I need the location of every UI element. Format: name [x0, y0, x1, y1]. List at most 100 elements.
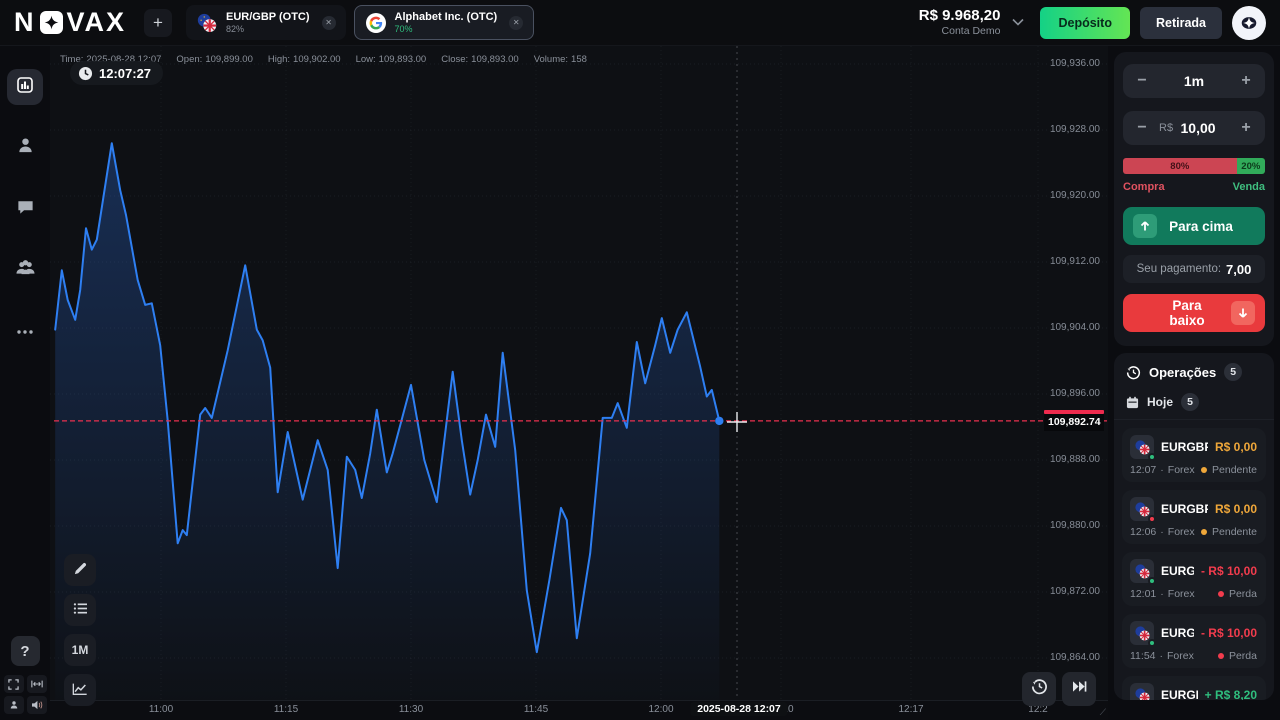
indicators-button[interactable] [64, 594, 96, 626]
list-icon [73, 602, 88, 618]
sidebar-item-profile[interactable] [7, 130, 43, 166]
operation-row[interactable]: EURGB... - R$ 10,00 12:01·Forex Perda [1122, 552, 1266, 606]
account-type-label: Conta Demo [942, 25, 1001, 38]
account-balance[interactable]: R$ 9.968,20 Conta Demo [919, 7, 1001, 38]
eurgbp-flag-icon [1130, 497, 1154, 521]
chart-nav [1022, 672, 1096, 706]
current-price-tag: 109,892.74 [1044, 410, 1104, 431]
user-icon [16, 136, 35, 160]
x-axis-tick: 12:17 [898, 704, 923, 715]
duration-plus-button[interactable]: + [1237, 72, 1255, 90]
status-dot [1201, 467, 1207, 473]
sidebar-item-trading[interactable] [7, 69, 43, 105]
withdraw-button[interactable]: Retirada [1140, 7, 1222, 39]
fullscreen-button[interactable] [4, 675, 24, 693]
price-chart[interactable] [50, 46, 1108, 700]
operation-amount: - R$ 10,00 [1201, 564, 1257, 578]
tab-asset-name: Alphabet Inc. (OTC) [395, 11, 498, 24]
go-to-realtime-button[interactable] [1062, 672, 1096, 706]
status-dot [1218, 591, 1224, 597]
arrow-up-icon [1133, 214, 1157, 238]
calendar-icon [1126, 396, 1139, 409]
tab-payout: 82% [226, 24, 310, 34]
amount-minus-button[interactable]: − [1133, 119, 1151, 137]
operations-count-badge: 5 [1224, 363, 1242, 381]
ellipsis-icon [16, 322, 34, 340]
chart-type-button[interactable] [64, 674, 96, 706]
eurgbp-flag-icon [1130, 559, 1154, 583]
close-tab-icon[interactable]: ✕ [322, 16, 336, 30]
sound-button[interactable] [27, 696, 47, 714]
timeframe-button[interactable]: 1M [64, 634, 96, 666]
operation-row[interactable]: EURGB... - R$ 10,00 11:54·Forex Perda [1122, 614, 1266, 668]
user-mini-button[interactable] [4, 696, 24, 714]
sidebar-item-more[interactable] [7, 313, 43, 349]
amount-plus-button[interactable]: + [1237, 119, 1255, 137]
sidebar-item-community[interactable] [7, 252, 43, 288]
duration-minus-button[interactable]: − [1133, 72, 1151, 90]
y-axis-tick: 109,872.00 [1030, 586, 1100, 597]
eurgbp-flag-icon [1130, 621, 1154, 645]
y-axis-tick: 109,880.00 [1030, 520, 1100, 531]
amount-stepper: − R$ 10,00 + [1123, 111, 1265, 145]
history-button[interactable] [1022, 672, 1056, 706]
order-card: − 1m + − R$ 10,00 + 80% 20% Compra Venda… [1114, 52, 1274, 346]
buy-up-button[interactable]: Para cima [1123, 207, 1265, 245]
amount-value[interactable]: 10,00 [1159, 120, 1237, 136]
server-clock: 12:07:27 [70, 61, 163, 85]
left-sidebar: ? [0, 46, 50, 720]
status-dot [1218, 653, 1224, 659]
y-axis-tick: 109,888.00 [1030, 454, 1100, 465]
novax-logo: N VAX [14, 7, 126, 38]
time-axis[interactable]: 2025-08-28 12:07 11:0011:1511:3011:4512:… [50, 700, 1108, 720]
star-button[interactable] [1232, 6, 1266, 40]
tab-eurgbp[interactable]: EUR/GBP (OTC) 82% ✕ [186, 5, 346, 40]
x-axis-tick: 11:45 [524, 704, 548, 715]
x-axis-tick: 11:30 [399, 704, 423, 715]
today-group-header[interactable]: Hoje 5 [1114, 389, 1274, 420]
eurgbp-flag-icon [1130, 435, 1154, 459]
status-dot [1201, 529, 1207, 535]
today-count-badge: 5 [1181, 393, 1199, 411]
skip-forward-icon [1072, 680, 1087, 698]
direction-dot [1148, 515, 1156, 523]
arrow-down-icon [1231, 301, 1255, 325]
duration-value[interactable]: 1m [1151, 73, 1237, 89]
clock-icon [78, 66, 93, 81]
operation-row[interactable]: EURGBP-O... R$ 0,00 12:06·Forex Pendente [1122, 490, 1266, 544]
history-icon [1031, 678, 1048, 700]
sidebar-item-chat[interactable] [7, 191, 43, 227]
sell-label: Venda [1233, 181, 1265, 193]
crosshair-icon [727, 412, 747, 432]
sell-percent: 20% [1237, 158, 1265, 174]
chart-area[interactable]: Time:2025-08-28 12:07 Open:109,899.00 Hi… [50, 46, 1108, 720]
chevron-down-icon[interactable] [1012, 17, 1024, 29]
logo-text-right: VAX [67, 7, 127, 38]
pencil-icon [73, 561, 88, 579]
operation-row[interactable]: EURGBP-O... R$ 0,00 12:07·Forex Pendente [1122, 428, 1266, 482]
operation-amount: R$ 0,00 [1215, 440, 1257, 454]
chart-toolbar: 1M [64, 554, 96, 706]
y-axis-tick: 109,936.00 [1030, 58, 1100, 69]
history-icon [1126, 365, 1141, 380]
payout-display: Seu pagamento: 7,00 [1123, 255, 1265, 283]
resize-handle-icon[interactable]: ⟋ [1100, 707, 1106, 718]
operations-title: Operações [1149, 365, 1216, 380]
draw-tool-button[interactable] [64, 554, 96, 586]
operation-row[interactable]: EURGBP... + R$ 8,20 11:42·Forex Ganho [1122, 676, 1266, 700]
sentiment-bar: 80% 20% [1123, 158, 1265, 174]
help-button[interactable]: ? [11, 636, 40, 666]
y-axis-tick: 109,904.00 [1030, 322, 1100, 333]
expand-width-button[interactable] [27, 675, 47, 693]
close-tab-icon[interactable]: ✕ [509, 16, 523, 30]
deposit-button[interactable]: Depósito [1040, 7, 1129, 39]
buy-label: Compra [1123, 181, 1165, 193]
add-tab-button[interactable]: + [144, 9, 172, 37]
sell-down-button[interactable]: Para baixo [1123, 294, 1265, 332]
tab-alphabet[interactable]: Alphabet Inc. (OTC) 70% ✕ [354, 5, 535, 40]
duration-stepper: − 1m + [1123, 64, 1265, 98]
eurgbp-flag-icon [196, 12, 218, 34]
logo-text-left: N [14, 7, 36, 38]
y-axis-tick: 109,864.00 [1030, 652, 1100, 663]
bar-chart-icon [16, 76, 34, 99]
